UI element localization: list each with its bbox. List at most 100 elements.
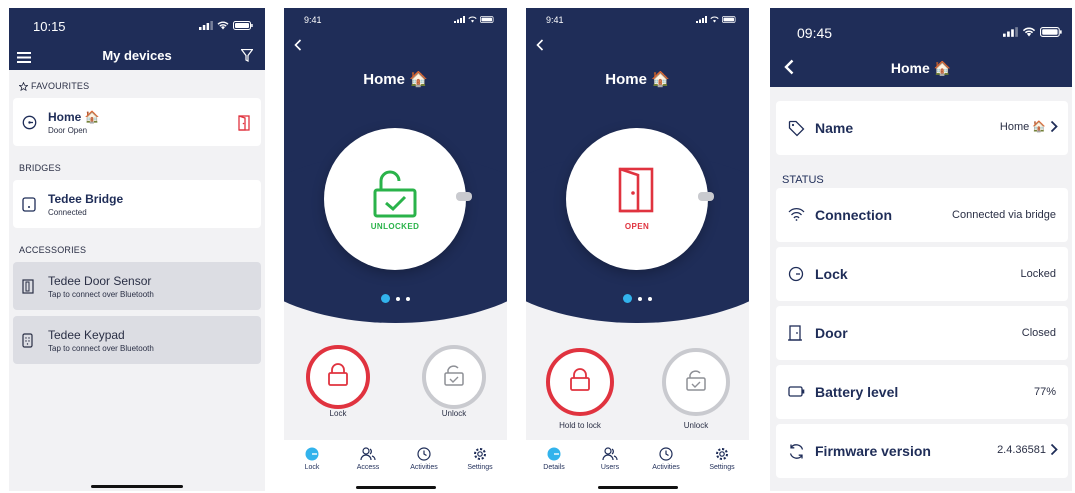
users-icon — [360, 447, 376, 461]
phone-lock-details: 09:45 Home 🏠 Name Home 🏠 STATUS Connecti… — [770, 8, 1072, 491]
unlock-button-label: Unlock — [683, 421, 709, 430]
device-status: Door Open — [48, 126, 88, 135]
hold-to-lock-button[interactable] — [546, 348, 614, 416]
tab-activities[interactable]: Activities — [396, 447, 452, 471]
tab-details[interactable]: Details — [526, 447, 582, 471]
section-favourites: FAVOURITES — [9, 70, 265, 96]
unlock-icon — [443, 363, 465, 392]
section-label: BRIDGES — [19, 163, 61, 173]
filter-icon[interactable] — [240, 48, 254, 67]
clock-icon — [417, 447, 431, 461]
lock-state-dial[interactable]: OPEN — [566, 128, 714, 270]
tab-label: Access — [356, 464, 380, 471]
wifi-icon — [217, 21, 229, 30]
star-icon — [19, 81, 28, 91]
device-name: Home 🏠 — [48, 110, 100, 124]
status-time: 9:41 — [546, 15, 564, 25]
wifi-icon — [1022, 27, 1036, 37]
signal-icon — [696, 16, 707, 23]
accessory-name: Tedee Keypad — [48, 328, 125, 342]
unlock-button[interactable] — [662, 348, 730, 416]
section-label: ACCESSORIES — [19, 245, 87, 255]
page-dot-active — [623, 294, 632, 303]
lock-device-icon — [788, 266, 804, 287]
device-name: Tedee Bridge — [48, 192, 124, 206]
row-value: 77% — [1033, 386, 1056, 398]
lock-device-icon — [22, 115, 37, 135]
row-label: Battery level — [815, 384, 899, 400]
status-bar: 10:15 — [9, 8, 265, 44]
section-accessories: ACCESSORIES — [9, 234, 265, 260]
gear-icon — [716, 448, 728, 460]
page-title: My devices — [102, 48, 172, 63]
hold-to-lock-label: Hold to lock — [559, 421, 601, 430]
tab-label: Activities — [652, 464, 680, 471]
back-icon[interactable] — [294, 38, 302, 56]
dial-knob — [456, 192, 472, 201]
page-title: Home 🏠 — [605, 71, 670, 88]
clock-icon — [659, 447, 673, 461]
phone-lock-unlocked: 9:41 Home 🏠 UNLOCKED Lock Unlock Lock Ac… — [284, 8, 507, 491]
unlock-button[interactable] — [422, 345, 486, 409]
lock-state-dial[interactable]: UNLOCKED — [324, 128, 472, 270]
lock-tab-icon — [305, 447, 319, 461]
row-firmware[interactable]: Firmware version 2.4.36581 — [776, 424, 1068, 478]
back-icon[interactable] — [536, 38, 544, 56]
dial-knob — [698, 192, 714, 201]
wifi-icon — [788, 207, 805, 226]
status-time: 09:45 — [797, 25, 833, 41]
device-card-bridge[interactable]: Tedee Bridge Connected — [13, 180, 261, 228]
status-icons — [1003, 27, 1062, 37]
lock-state-label: UNLOCKED — [370, 222, 420, 231]
section-label: FAVOURITES — [31, 81, 90, 91]
door-icon — [788, 325, 802, 346]
status-icons — [696, 16, 737, 23]
accessory-card-door-sensor[interactable]: Tedee Door Sensor Tap to connect over Bl… — [13, 262, 261, 310]
lock-button-label: Lock — [329, 409, 347, 418]
lock-state-label: OPEN — [624, 222, 650, 231]
row-label: Name — [815, 120, 854, 136]
tag-icon — [788, 120, 805, 142]
page-title: Home 🏠 — [890, 60, 952, 76]
status-time: 10:15 — [33, 19, 66, 34]
page-title: Home 🏠 — [363, 71, 428, 88]
tab-label: Settings — [709, 464, 735, 471]
tab-bar: Lock Access Activities Settings — [284, 440, 507, 491]
signal-icon — [199, 21, 213, 30]
tab-label: Details — [543, 464, 565, 471]
status-icons — [454, 16, 495, 23]
gear-icon — [474, 448, 486, 460]
lock-button[interactable] — [306, 345, 370, 409]
tab-settings[interactable]: Settings — [694, 447, 749, 471]
unlocked-padlock-icon — [371, 170, 419, 225]
battery-icon — [1040, 27, 1062, 37]
row-name[interactable]: Name Home 🏠 — [776, 101, 1068, 155]
home-indicator — [91, 485, 183, 488]
phone-lock-open: 9:41 Home 🏠 OPEN Hold to lock Unlock Det… — [526, 8, 749, 491]
device-status: Connected — [48, 208, 87, 217]
tab-users[interactable]: Users — [582, 447, 638, 471]
tab-activities[interactable]: Activities — [638, 447, 694, 471]
row-label: Firmware version — [815, 443, 931, 459]
row-value: Closed — [1021, 327, 1056, 339]
tab-lock[interactable]: Lock — [284, 447, 340, 471]
row-value: Locked — [1020, 268, 1056, 280]
door-sensor-icon — [22, 279, 34, 299]
device-card-home[interactable]: Home 🏠 Door Open — [13, 98, 261, 146]
battery-icon — [480, 16, 494, 23]
page-indicator — [526, 294, 749, 303]
section-bridges: BRIDGES — [9, 152, 265, 178]
tab-settings[interactable]: Settings — [452, 447, 507, 471]
lock-icon — [569, 368, 591, 397]
home-indicator — [355, 486, 436, 489]
tab-access[interactable]: Access — [340, 447, 396, 471]
users-icon — [602, 447, 618, 461]
row-connection: Connection Connected via bridge — [776, 188, 1068, 242]
battery-icon — [722, 16, 736, 23]
accessory-status: Tap to connect over Bluetooth — [48, 344, 154, 353]
accessory-name: Tedee Door Sensor — [48, 274, 152, 288]
row-door: Door Closed — [776, 306, 1068, 360]
accessory-card-keypad[interactable]: Tedee Keypad Tap to connect over Bluetoo… — [13, 316, 261, 364]
row-value: Connected via bridge — [952, 209, 1056, 221]
unlock-button-label: Unlock — [441, 409, 467, 418]
